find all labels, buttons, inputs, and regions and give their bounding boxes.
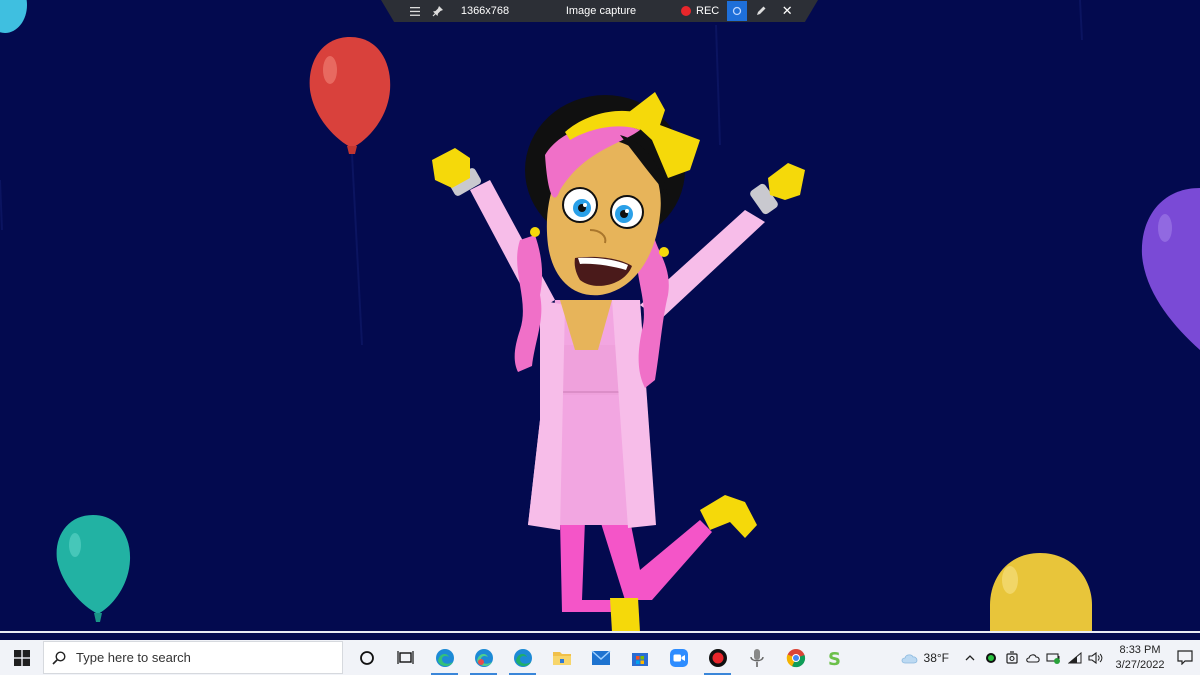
gear-icon xyxy=(733,6,742,16)
pen-icon[interactable] xyxy=(751,0,771,22)
capture-toolbar: 1366x768 Image capture REC ✕ xyxy=(381,0,818,22)
taskbar-clock[interactable]: 8:33 PM 3/27/2022 xyxy=(1110,643,1170,673)
notification-icon[interactable] xyxy=(1170,640,1200,675)
rec-button[interactable]: REC xyxy=(681,0,719,22)
store-icon[interactable] xyxy=(620,640,659,675)
camera-icon[interactable] xyxy=(1001,640,1022,675)
weather-temp: 38°F xyxy=(923,650,949,665)
frame-border xyxy=(0,631,1200,633)
cartoon-girl xyxy=(432,92,805,632)
green-dot-icon[interactable] xyxy=(980,640,1001,675)
rec-label: REC xyxy=(696,5,720,17)
microphone-icon[interactable] xyxy=(737,640,776,675)
weather-widget[interactable]: 38°F xyxy=(900,651,949,665)
close-icon[interactable]: ✕ xyxy=(777,0,797,22)
red-balloon xyxy=(309,37,391,346)
windows-start-icon[interactable] xyxy=(0,640,43,675)
region-select-button[interactable] xyxy=(727,1,748,21)
speaker-icon[interactable] xyxy=(1085,640,1106,675)
record-icon[interactable] xyxy=(698,640,737,675)
cartoon-scene xyxy=(0,0,1200,632)
purple-balloon xyxy=(1141,188,1200,350)
video-frame xyxy=(0,0,1200,632)
edge-beta-icon[interactable] xyxy=(464,640,503,675)
chevron-up-icon[interactable] xyxy=(959,640,980,675)
capture-resolution: 1366x768 xyxy=(460,5,510,17)
zoom-icon[interactable] xyxy=(659,640,698,675)
clock-time: 8:33 PM xyxy=(1119,643,1161,656)
cortana-icon[interactable] xyxy=(347,640,386,675)
chrome-icon[interactable] xyxy=(776,640,815,675)
yellow-balloon xyxy=(990,553,1092,632)
task-view-icon[interactable] xyxy=(386,640,425,675)
windows-taskbar: S 38°F 8:33 PM 3/27/2022 xyxy=(0,640,1200,675)
weather-icon xyxy=(901,653,917,663)
clock-date: 3/27/2022 xyxy=(1115,658,1165,671)
file-explorer-icon[interactable] xyxy=(542,640,581,675)
capture-title: Image capture xyxy=(565,5,637,17)
wifi-icon[interactable] xyxy=(1064,640,1085,675)
svg-text:S: S xyxy=(828,649,841,668)
cyan-balloon xyxy=(0,0,27,33)
search-icon xyxy=(44,650,74,665)
onedrive-icon[interactable] xyxy=(1022,640,1043,675)
battery-icon[interactable] xyxy=(1043,640,1064,675)
rec-dot-icon xyxy=(681,6,691,16)
menu-icon[interactable] xyxy=(407,0,423,22)
edge-icon[interactable] xyxy=(425,640,464,675)
edge-dev-icon[interactable] xyxy=(503,640,542,675)
green-s-app-icon[interactable]: S xyxy=(815,640,854,675)
mail-icon[interactable] xyxy=(581,640,620,675)
system-tray: 38°F 8:33 PM 3/27/2022 xyxy=(900,640,1200,675)
teal-balloon xyxy=(56,515,131,622)
search-input[interactable] xyxy=(74,649,328,666)
taskbar-search-box[interactable] xyxy=(43,641,343,674)
pin-icon[interactable] xyxy=(429,0,447,22)
